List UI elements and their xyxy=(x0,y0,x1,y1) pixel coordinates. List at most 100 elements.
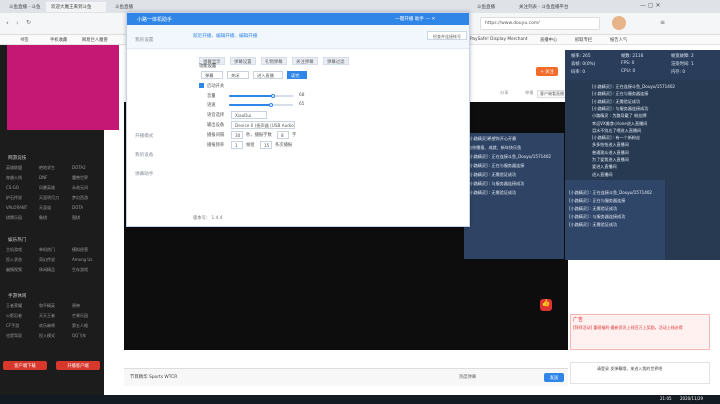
category-item[interactable]: 炉石传说 xyxy=(6,195,22,201)
browser-tab[interactable]: 欢迎大魔王来到斗鱼 xyxy=(46,2,106,12)
back-icon[interactable]: ‹ xyxy=(6,19,9,27)
limit-count-input[interactable]: 15 xyxy=(260,141,272,149)
category-item[interactable]: 原神 xyxy=(72,303,80,309)
check-account-button[interactable]: 检查并连接帐号 xyxy=(427,31,467,40)
category-item[interactable]: CS:GO xyxy=(6,185,19,190)
toggle-checkbox[interactable] xyxy=(199,83,204,88)
speed-slider-knob[interactable] xyxy=(268,103,273,107)
category-item[interactable]: 永劫无间 xyxy=(72,185,88,191)
interval-count-input[interactable]: 8 xyxy=(277,131,289,139)
dialog-title-controls[interactable]: 一键开播 助手 — ✕ xyxy=(395,16,435,22)
category-item[interactable]: 象棋 xyxy=(39,215,47,221)
nav-my-devices[interactable]: 我的设备 xyxy=(135,152,153,158)
speed-slider-fill xyxy=(229,104,271,106)
tab-danmu-settings[interactable]: 弹幕设置 xyxy=(230,57,256,65)
category-item[interactable]: 单机热门 xyxy=(39,247,55,253)
category-item[interactable]: 穿越火线 xyxy=(6,175,22,181)
select-read[interactable]: 读完 xyxy=(287,71,307,79)
category-item[interactable]: 和平精英 xyxy=(39,303,55,309)
category-item[interactable]: 模拟经营 xyxy=(72,247,88,253)
browser-tab[interactable]: 斗鱼直播 xyxy=(472,2,512,12)
device-select[interactable]: Device 0 (扬声器 (USB Audio xyxy=(231,121,295,129)
forward-icon[interactable]: › xyxy=(16,19,19,27)
client-watch-button[interactable]: 客户端看直播 xyxy=(537,90,567,98)
limit-input[interactable]: 1 xyxy=(231,141,243,149)
ad-text: [拜师活动] 重磅福利·最新资讯上线百万上奖励，活动上线必得 xyxy=(573,325,683,330)
category-item[interactable]: 芒果乐园 xyxy=(72,313,88,319)
nav-my-settings[interactable]: 我的设置 xyxy=(135,37,153,43)
category-item[interactable]: QQ飞车 xyxy=(72,333,86,339)
category-item[interactable]: 天涯明月刀 xyxy=(39,195,59,201)
stream-stats: 帧率: 265 帧数: 2116 帧宽故障: 2 丢帧: 0(0%) FPS: 0 渲染时… xyxy=(565,50,720,80)
tab-gift-danmu[interactable]: 礼物弹幕 xyxy=(261,57,287,65)
category-item[interactable]: 第五人格 xyxy=(72,323,88,329)
category-item[interactable]: 天涯道 xyxy=(39,205,51,211)
hot-danmu-toggle[interactable]: 热度弹幕 xyxy=(459,374,476,380)
category-item[interactable]: 投入状态 xyxy=(6,257,22,263)
bookmark[interactable]: 手机收藏 xyxy=(50,37,67,43)
category-item[interactable]: 天天王者 xyxy=(39,313,55,319)
nav-live-info[interactable]: 弹幕助手 xyxy=(135,171,153,177)
bookmark[interactable]: 报告人气 xyxy=(610,37,627,43)
category-item[interactable]: 生存游戏 xyxy=(72,267,88,273)
bookmark[interactable]: PaySafe! Display Merchant xyxy=(470,37,528,42)
category-item[interactable]: VALORANT xyxy=(6,205,27,210)
category-item[interactable]: 也是驾驭 xyxy=(6,333,22,339)
category-item[interactable]: DNF xyxy=(39,175,47,180)
tab-danmu-filter[interactable]: 弹幕过滤 xyxy=(323,57,349,65)
tab-follow-danmu[interactable]: 关注弹幕 xyxy=(292,57,318,65)
category-item[interactable]: 梦幻西游 xyxy=(72,195,88,201)
menu-icon[interactable]: ≡ xyxy=(660,19,665,26)
like-icon[interactable]: 👍 xyxy=(540,299,552,311)
dialog-title: 小路一体机助手 xyxy=(137,17,173,23)
chat-input-box[interactable]: 请登录 发弹幕哦，来进入我的世界吧 xyxy=(570,362,710,384)
category-item[interactable]: DOTA2 xyxy=(72,165,86,170)
category-item[interactable]: 风暴英雄 xyxy=(39,185,55,191)
category-item[interactable]: 主机游戏 xyxy=(6,247,22,253)
browser-tab[interactable]: 斗鱼直播 - 斗鱼 xyxy=(4,2,44,12)
bookmark[interactable]: 直播中心 xyxy=(540,37,557,43)
avatar[interactable] xyxy=(612,16,626,30)
select-event[interactable]: 进入直播 xyxy=(253,71,283,79)
category-item[interactable]: DOTA xyxy=(72,205,83,210)
window-controls[interactable]: — ▢ ✕ xyxy=(640,2,661,9)
category-item[interactable]: 休闲精品 xyxy=(39,267,55,273)
browser-tab[interactable]: 关注列表 - 斗鱼直播平台 xyxy=(514,2,586,12)
category-item[interactable]: 欢乐麻将 xyxy=(39,323,55,329)
category-item[interactable]: 奇幻传说 xyxy=(39,257,55,263)
category-item[interactable]: 棋牌乐园 xyxy=(6,215,22,221)
nav-live-mode[interactable]: 开播模式 xyxy=(135,133,153,139)
follow-button[interactable]: + 关注 xyxy=(536,67,558,76)
dialog-titlebar: 小路一体机助手 一键开播 助手 — ✕ xyxy=(127,13,469,25)
category-item[interactable]: 王者荣耀 xyxy=(6,303,22,309)
address-bar[interactable]: https://www.douyu.com/ xyxy=(480,17,600,30)
category-item[interactable]: 投入模式 xyxy=(39,333,55,339)
category-item[interactable]: Among Us xyxy=(72,257,92,262)
client-download-button[interactable]: 客户端下载 xyxy=(3,361,47,370)
chat-input[interactable]: 请登录 发弹幕哦，来进入我的世界吧 xyxy=(597,366,677,371)
category-item[interactable]: 幽情视频 xyxy=(6,267,22,273)
refresh-icon[interactable]: ↻ xyxy=(26,19,31,26)
volume-slider-knob[interactable] xyxy=(270,94,275,98)
ad-banner[interactable]: 广告 [拜师活动] 重磅福利·最新资讯上线百万上奖励，活动上线必得 xyxy=(570,314,710,350)
live-client-button[interactable]: 开播客户端 xyxy=(56,361,100,370)
category-item[interactable]: CF手游 xyxy=(6,323,19,329)
category-item[interactable]: 围棋 xyxy=(72,215,80,221)
chat-message: 泪水不别忘了喂进入直播间 xyxy=(592,127,642,133)
category-item[interactable]: 绝地求生 xyxy=(39,165,55,171)
category-item[interactable]: 英雄联盟 xyxy=(6,165,22,171)
report-link[interactable]: 举报 xyxy=(525,90,533,96)
browser-tab[interactable]: 斗鱼直播 xyxy=(110,2,146,12)
category-item[interactable]: 魔兽世界 xyxy=(72,175,88,181)
bookmark[interactable]: 网易巨人魔兽 xyxy=(82,37,108,43)
voice-select[interactable]: XiaoDui xyxy=(231,111,267,119)
select-type[interactable]: 弹幕 xyxy=(201,71,223,79)
bookmark[interactable]: 抓取专栏 xyxy=(575,37,592,43)
send-button[interactable]: 发送 xyxy=(544,373,564,382)
interval-input[interactable]: 30 xyxy=(231,131,243,139)
chat-message: 普通观众进入直播间 xyxy=(592,149,629,155)
share-button[interactable]: 分享 xyxy=(500,90,540,98)
select-mode[interactable]: 关闭 xyxy=(227,71,249,79)
category-item[interactable]: 火影忍者 xyxy=(6,313,22,319)
bookmark[interactable]: 书签 xyxy=(20,37,29,43)
